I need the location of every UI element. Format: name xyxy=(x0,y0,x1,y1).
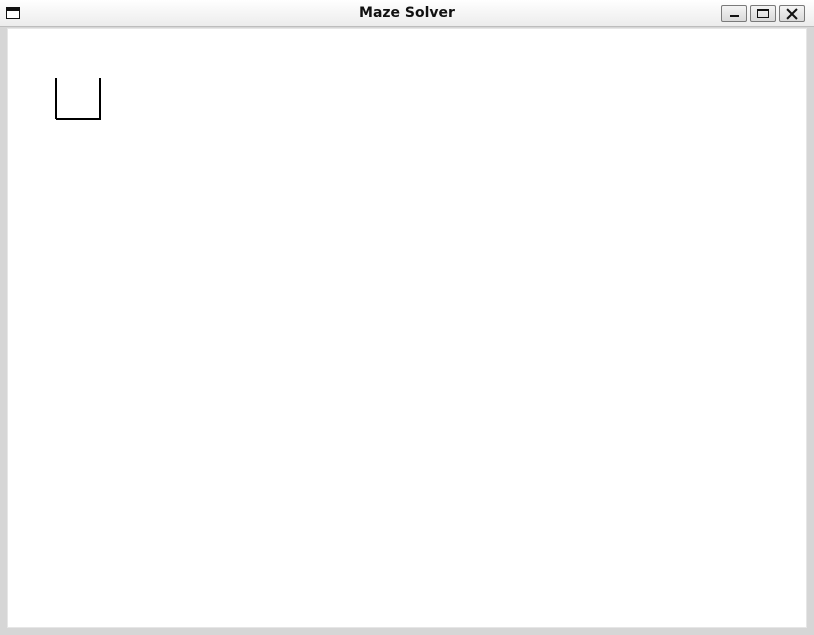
app-window: Maze Solver xyxy=(0,0,814,635)
maze-canvas[interactable] xyxy=(7,28,807,628)
close-icon xyxy=(786,8,798,20)
maze-drawing xyxy=(55,78,101,120)
maximize-icon xyxy=(757,9,769,18)
maximize-button[interactable] xyxy=(750,5,776,22)
window-title: Maze Solver xyxy=(359,5,455,21)
minimize-icon xyxy=(730,15,739,17)
minimize-button[interactable] xyxy=(721,5,747,22)
title-bar[interactable]: Maze Solver xyxy=(0,0,814,27)
close-button[interactable] xyxy=(779,5,805,22)
